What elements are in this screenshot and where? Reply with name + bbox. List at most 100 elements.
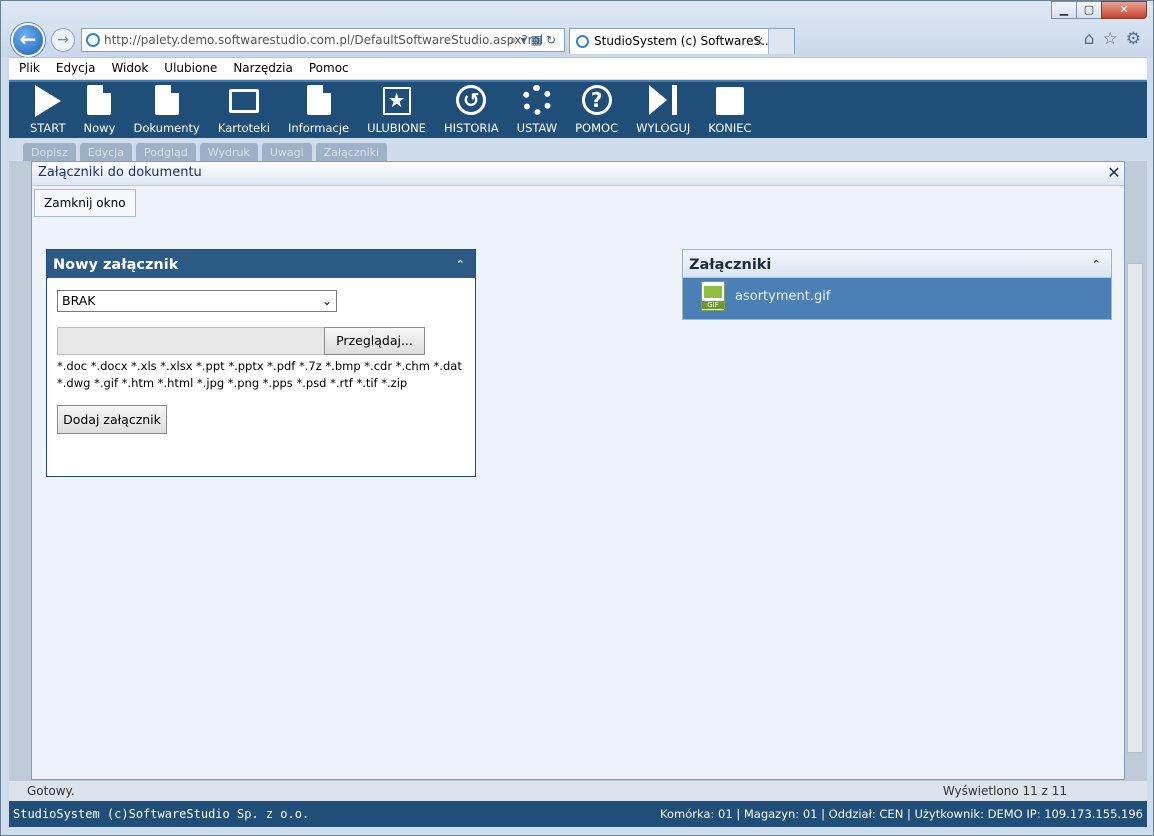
new-tab-button[interactable] <box>768 29 794 54</box>
toolbar-label: Informacje <box>287 121 350 135</box>
status-ready: Gotowy. <box>27 784 75 798</box>
question-icon: ? <box>581 85 613 117</box>
close-window-button[interactable]: Zamknij okno <box>34 189 136 217</box>
toolbar-label: POMOC <box>575 121 619 135</box>
toolbar-nowy[interactable]: Nowy <box>74 82 124 138</box>
app-statusbar: StudioSystem (c)SoftwareStudio Sp. z o.o… <box>9 801 1147 827</box>
settings-gear-icon[interactable]: ⚙ <box>1126 29 1141 49</box>
subtoolbar-podglad[interactable]: Podgląd <box>136 143 196 163</box>
toolbar-historia[interactable]: ↺ HISTORIA <box>435 82 508 138</box>
add-attachment-button[interactable]: Dodaj załącznik <box>57 405 167 434</box>
forward-button[interactable]: → <box>51 28 75 52</box>
toolbar-label: USTAW <box>516 121 558 135</box>
documents-icon <box>151 85 183 117</box>
toolbar-label: ULUBIONE <box>367 121 426 135</box>
toolbar-label: HISTORIA <box>443 121 499 135</box>
dialog-close-icon[interactable]: ✕ <box>1106 162 1122 184</box>
menu-item-edycja[interactable]: Edycja <box>56 58 96 79</box>
menu-bar: Plik Edycja Widok Ulubione Narzędzia Pom… <box>9 57 1147 79</box>
toolbar-label: WYLOGUJ <box>636 121 691 135</box>
new-document-icon <box>83 85 115 117</box>
tab-close-icon[interactable]: × <box>754 29 764 53</box>
menu-item-narzedzia[interactable]: Narzędzia <box>233 58 293 79</box>
toolbar-ulubione[interactable]: ★ ULUBIONE <box>358 82 435 138</box>
menu-item-widok[interactable]: Widok <box>111 58 148 79</box>
toolbar-start[interactable]: START <box>21 82 74 138</box>
toolbar-label: Dokumenty <box>133 121 200 135</box>
ie-page-icon <box>86 33 100 47</box>
back-button[interactable]: ← <box>11 23 45 57</box>
gif-file-icon: GIF <box>701 281 725 311</box>
subtoolbar-dopisz[interactable]: Dopisz <box>23 143 76 163</box>
toolbar-label: Nowy <box>83 121 116 135</box>
browser-window: ▁ ▢ ✕ ← → http://palety.demo.softwarestu… <box>0 0 1154 836</box>
home-icon[interactable]: ⌂ <box>1084 29 1095 49</box>
app-copyright: StudioSystem (c)SoftwareStudio Sp. z o.o… <box>13 807 310 821</box>
attachment-list-item[interactable]: GIF asortyment.gif <box>683 278 1111 318</box>
attachment-type-select[interactable]: BRAK ⌄ <box>57 290 337 312</box>
toolbar-pomoc[interactable]: ? POMOC <box>566 82 627 138</box>
compat-icon[interactable]: ▦ <box>531 33 546 47</box>
toolbar-label: START <box>30 121 66 135</box>
collapse-chevron-icon[interactable]: ⌃ <box>1092 250 1101 280</box>
browser-right-icons: ⌂ ☆ ⚙ <box>1084 29 1141 49</box>
attachment-name[interactable]: asortyment.gif <box>735 289 830 304</box>
arrow-left-icon: ← <box>19 27 37 51</box>
toolbar-dokumenty[interactable]: Dokumenty <box>124 82 208 138</box>
toolbar-koniec[interactable]: KONIEC <box>699 82 760 138</box>
app-toolbar: START Nowy Dokumenty Kartoteki Informacj… <box>9 80 1147 138</box>
toolbar-label: Kartoteki <box>217 121 270 135</box>
maximize-button[interactable]: ▢ <box>1076 1 1102 19</box>
address-text: http://palety.demo.softwarestudio.com.pl… <box>104 33 544 47</box>
subtoolbar-edycja[interactable]: Edycja <box>79 143 133 163</box>
browse-button[interactable]: Przeglądaj... <box>324 327 425 355</box>
play-icon <box>32 85 64 117</box>
arrow-right-icon: → <box>57 32 69 48</box>
status-record-count: Wyświetlono 11 z 11 <box>942 784 1067 798</box>
attachments-panel: Załączniki ⌃ GIF asortyment.gif <box>682 249 1112 320</box>
search-icon[interactable]: ⌕ <box>510 33 521 47</box>
toolbar-kartoteki[interactable]: Kartoteki <box>209 82 279 138</box>
tab-ie-icon <box>576 35 589 48</box>
new-attachment-header: Nowy załącznik ⌃ <box>47 250 475 278</box>
gear-icon <box>521 85 553 117</box>
info-icon <box>303 85 335 117</box>
background-scrollbar[interactable] <box>1127 263 1143 753</box>
toolbar-informacje[interactable]: Informacje <box>279 82 358 138</box>
toolbar-label: KONIEC <box>708 121 752 135</box>
refresh-icon[interactable]: ↻ <box>546 33 560 47</box>
subtoolbar-wydruk[interactable]: Wydruk <box>199 143 258 163</box>
menu-item-pomoc[interactable]: Pomoc <box>309 58 349 79</box>
dialog-title: Załączniki do dokumentu <box>38 165 202 180</box>
tab-title: StudioSystem (c) SoftwareS... <box>594 34 773 48</box>
minimize-button[interactable]: ▁ <box>1051 1 1077 19</box>
file-path-input[interactable] <box>57 327 325 355</box>
browser-tab[interactable]: StudioSystem (c) SoftwareS... × <box>569 28 795 54</box>
attachments-dialog: Załączniki do dokumentu ✕ Zamknij okno N… <box>31 161 1125 780</box>
menu-item-plik[interactable]: Plik <box>19 58 40 79</box>
exit-icon <box>714 85 746 117</box>
history-icon: ↺ <box>455 85 487 117</box>
window-close-button[interactable]: ✕ <box>1101 1 1147 19</box>
window-controls: ▁ ▢ ✕ <box>1051 1 1147 19</box>
dropdown-icon[interactable]: ▾ <box>521 33 531 47</box>
menu-item-ulubione[interactable]: Ulubione <box>164 58 217 79</box>
attachments-header: Załączniki ⌃ <box>683 250 1111 278</box>
favorites-star-icon[interactable]: ☆ <box>1103 29 1118 49</box>
address-bar[interactable]: http://palety.demo.softwarestudio.com.pl… <box>81 28 565 52</box>
allowed-extensions: *.doc *.docx *.xls *.xlsx *.ppt *.pptx *… <box>57 359 462 390</box>
subtoolbar-uwagi[interactable]: Uwagi <box>261 143 312 163</box>
chevron-down-icon: ⌄ <box>321 294 332 308</box>
document-subtoolbar: Dopisz Edycja Podgląd Wydruk Uwagi Załąc… <box>23 143 503 163</box>
background-statusbar: Gotowy. Wyświetlono 11 z 11 <box>9 781 1147 801</box>
collapse-chevron-icon[interactable]: ⌃ <box>456 250 465 280</box>
toolbar-ustaw[interactable]: USTAW <box>508 82 566 138</box>
toolbar-wyloguj[interactable]: WYLOGUJ <box>627 82 699 138</box>
file-badge: GIF <box>702 301 724 309</box>
browser-chrome: ▁ ▢ ✕ ← → http://palety.demo.softwarestu… <box>1 1 1153 57</box>
panel-title: Nowy załącznik <box>53 257 179 273</box>
card-index-icon <box>228 85 260 117</box>
session-info: Komórka: 01 | Magazyn: 01 | Oddział: CEN… <box>660 807 1143 821</box>
subtoolbar-zalaczniki[interactable]: Załączniki <box>315 143 388 163</box>
address-tools[interactable]: ⌕▾▦↻ <box>510 29 560 51</box>
